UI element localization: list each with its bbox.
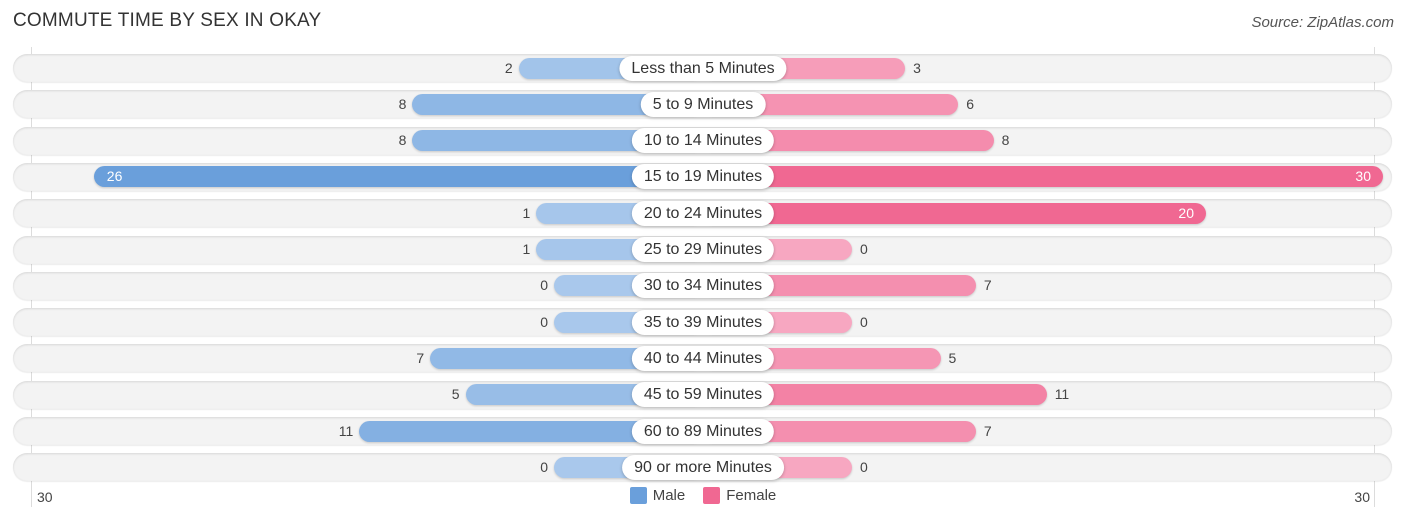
category-label: 15 to 19 Minutes: [631, 164, 775, 190]
source-credit: Source: ZipAtlas.com: [1251, 14, 1394, 31]
category-label: 20 to 24 Minutes: [631, 200, 775, 226]
value-label-female: 11: [1054, 386, 1070, 403]
value-label-female: 20: [1178, 204, 1194, 221]
value-label-female: 0: [860, 313, 868, 330]
value-label-male: 5: [451, 386, 460, 403]
value-label-female: 5: [948, 349, 957, 366]
value-label-female: 7: [983, 277, 992, 294]
value-label-male: 7: [416, 349, 425, 366]
value-label-female: 7: [983, 422, 992, 439]
bar-male[interactable]: [93, 166, 703, 188]
value-label-male: 0: [540, 313, 548, 330]
bar-female[interactable]: [703, 202, 1206, 224]
value-label-male: 11: [338, 422, 354, 439]
category-label: 30 to 34 Minutes: [631, 273, 775, 299]
legend-item-female[interactable]: Female: [703, 487, 776, 504]
value-label-male: 1: [522, 204, 531, 221]
value-label-male: 0: [540, 277, 548, 294]
category-label: 60 to 89 Minutes: [631, 418, 775, 444]
category-label: 40 to 44 Minutes: [631, 345, 775, 371]
chart-title: COMMUTE TIME BY SEX IN OKAY: [13, 10, 322, 31]
legend: Male Female: [0, 487, 1406, 504]
value-label-female: 0: [860, 458, 868, 475]
category-label: 5 to 9 Minutes: [640, 91, 766, 117]
value-label-female: 6: [966, 95, 974, 112]
legend-swatch-female: [703, 487, 721, 504]
value-label-male: 1: [522, 241, 531, 257]
category-label: Less than 5 Minutes: [619, 55, 787, 81]
value-label-male: 26: [106, 168, 123, 185]
category-label: 10 to 14 Minutes: [631, 128, 775, 154]
value-label-male: 2: [504, 59, 513, 76]
legend-swatch-male: [629, 487, 647, 504]
value-label-male: 8: [398, 132, 407, 149]
value-label-female: 0: [860, 241, 868, 257]
category-label: 45 to 59 Minutes: [631, 382, 775, 408]
value-label-female: 8: [1001, 132, 1010, 149]
value-label-male: 0: [540, 458, 548, 475]
category-label: 25 to 29 Minutes: [631, 237, 775, 262]
legend-label-male: Male: [652, 487, 686, 504]
value-label-male: 8: [398, 95, 407, 112]
legend-label-female: Female: [726, 487, 777, 504]
value-label-female: 30: [1355, 168, 1371, 185]
value-label-female: 3: [913, 59, 921, 76]
bar-female[interactable]: [703, 166, 1383, 188]
category-label: 35 to 39 Minutes: [631, 309, 775, 335]
legend-item-male[interactable]: Male: [629, 487, 686, 504]
category-label: 90 or more Minutes: [622, 454, 784, 480]
